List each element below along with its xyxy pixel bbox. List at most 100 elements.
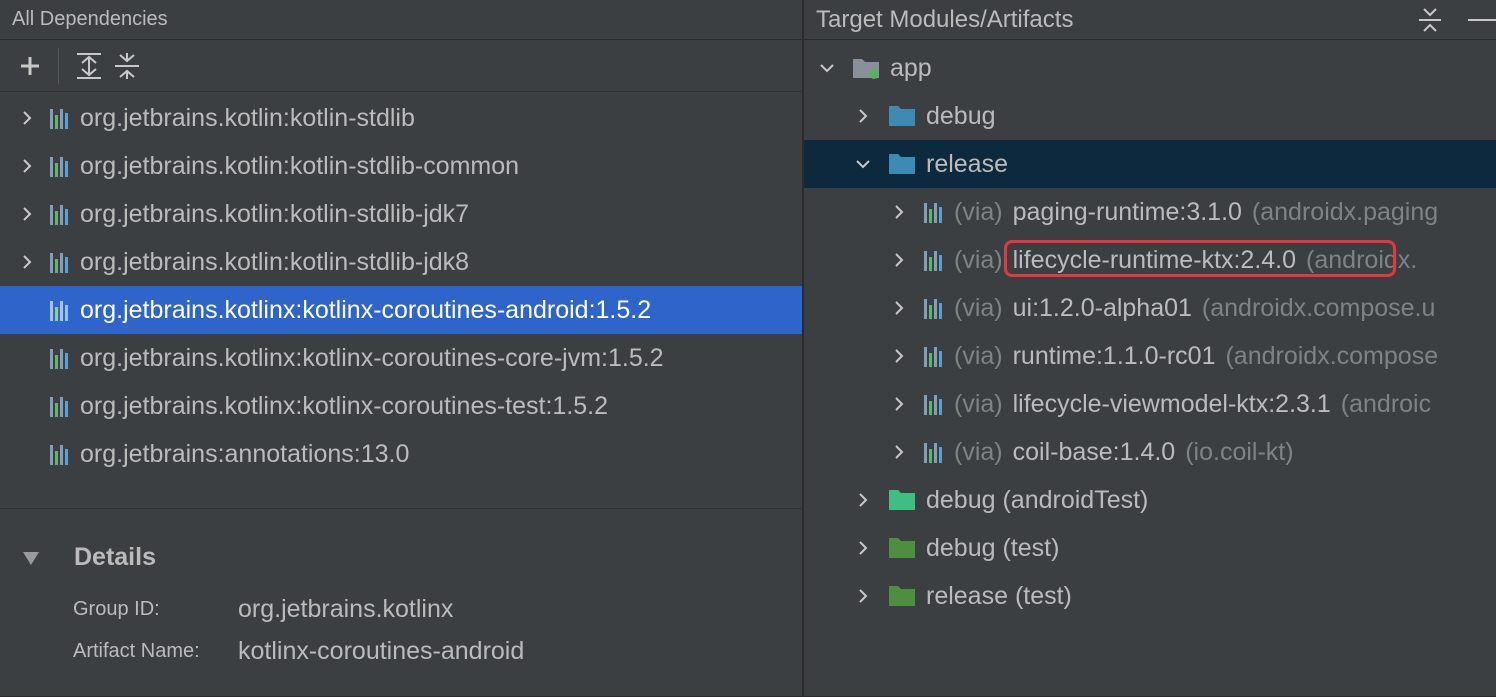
artifact-label: ui:1.2.0-alpha01 <box>1012 293 1192 322</box>
group-id-value: org.jetbrains.kotlinx <box>238 595 454 623</box>
group-id-row: Group ID: org.jetbrains.kotlinx <box>73 595 453 624</box>
tree-node-app[interactable]: app <box>804 44 1496 92</box>
collapse-all-button[interactable] <box>113 52 141 80</box>
collapse-all-icon[interactable] <box>1418 7 1442 33</box>
tree-node-dependency[interactable]: (via) ui:1.2.0-alpha01 (androidx.compose… <box>804 284 1496 332</box>
dependency-row[interactable]: org.jetbrains.kotlin:kotlin-stdlib-commo… <box>0 142 802 190</box>
library-icon <box>50 443 70 465</box>
library-icon <box>924 249 944 271</box>
via-label: (via) <box>954 437 1003 466</box>
via-label: (via) <box>954 245 1003 274</box>
dependency-label: org.jetbrains:annotations:13.0 <box>80 439 410 468</box>
group-id-label: Group ID: <box>73 598 160 620</box>
chevron-right-icon[interactable] <box>852 489 874 511</box>
triangle-down-icon <box>23 551 39 565</box>
test-folder-icon <box>889 490 915 510</box>
group-label: (io.coil-kt) <box>1185 437 1294 466</box>
highlight-annotation <box>1004 240 1396 277</box>
debug-label: debug <box>926 101 996 130</box>
target-modules-title: Target Modules/Artifacts <box>816 5 1074 33</box>
dependency-label: org.jetbrains.kotlinx:kotlinx-coroutines… <box>80 295 652 324</box>
chevron-right-icon[interactable] <box>888 441 910 463</box>
via-label: (via) <box>954 341 1003 370</box>
dependency-row-selected[interactable]: org.jetbrains.kotlinx:kotlinx-coroutines… <box>0 286 802 334</box>
chevron-right-icon[interactable] <box>888 201 910 223</box>
all-dependencies-header: All Dependencies <box>0 0 802 40</box>
group-label: (androidx.paging <box>1251 197 1439 226</box>
library-icon <box>50 107 70 129</box>
artifact-label: lifecycle-viewmodel-ktx:2.3.1 <box>1012 389 1331 418</box>
via-label: (via) <box>954 293 1003 322</box>
all-dependencies-title: All Dependencies <box>12 8 168 30</box>
folder-icon <box>889 106 915 126</box>
chevron-right-icon[interactable] <box>888 345 910 367</box>
header-actions <box>1418 0 1496 40</box>
chevron-right-icon[interactable] <box>16 155 38 177</box>
library-icon <box>50 155 70 177</box>
artifact-label: runtime:1.1.0-rc01 <box>1012 341 1216 370</box>
details-toggle[interactable]: Details <box>22 543 156 572</box>
tree-node-dependency[interactable]: (via) coil-base:1.4.0 (io.coil-kt) <box>804 428 1496 476</box>
debug-android-test-label: debug (androidTest) <box>926 485 1149 514</box>
tree-node-release-test[interactable]: release (test) <box>804 572 1496 620</box>
dependency-label: org.jetbrains.kotlin:kotlin-stdlib-jdk7 <box>80 199 470 228</box>
chevron-right-icon[interactable] <box>16 107 38 129</box>
chevron-right-icon[interactable] <box>852 537 874 559</box>
app-label: app <box>890 53 932 82</box>
artifact-name-label: Artifact Name: <box>73 640 200 662</box>
group-label: (androidx.compose.u <box>1201 293 1436 322</box>
details-title: Details <box>74 543 156 571</box>
group-label: (androic <box>1340 389 1432 418</box>
tree-node-dependency[interactable]: (via) lifecycle-viewmodel-ktx:2.3.1 (and… <box>804 380 1496 428</box>
chevron-right-icon[interactable] <box>16 251 38 273</box>
library-icon <box>50 299 70 321</box>
module-folder-icon <box>852 54 888 82</box>
chevron-down-icon[interactable] <box>852 153 874 175</box>
library-icon <box>924 345 944 367</box>
dependency-row[interactable]: org.jetbrains.kotlin:kotlin-stdlib-jdk8 <box>0 238 802 286</box>
add-dependency-button[interactable] <box>16 52 44 80</box>
artifact-label: paging-runtime:3.1.0 <box>1012 197 1242 226</box>
library-icon <box>924 393 944 415</box>
artifact-name-value: kotlinx-coroutines-android <box>238 637 525 665</box>
expand-all-button[interactable] <box>75 52 103 80</box>
chevron-right-icon[interactable] <box>16 203 38 225</box>
tree-node-debug-android-test[interactable]: debug (androidTest) <box>804 476 1496 524</box>
target-tree: app debug release (via) paging-runtime:3… <box>804 40 1496 620</box>
tree-node-debug[interactable]: debug <box>804 92 1496 140</box>
target-modules-header: Target Modules/Artifacts <box>804 0 1496 40</box>
plus-icon <box>21 56 39 75</box>
tree-node-dependency[interactable]: (via) paging-runtime:3.1.0 (androidx.pag… <box>804 188 1496 236</box>
chevron-right-icon[interactable] <box>852 585 874 607</box>
expand-all-icon <box>77 52 101 79</box>
collapse-all-icon <box>115 52 139 79</box>
library-icon <box>50 203 70 225</box>
group-label: (androidx.compose <box>1225 341 1439 370</box>
via-label: (via) <box>954 197 1003 226</box>
test-folder-icon <box>889 538 915 558</box>
chevron-right-icon[interactable] <box>888 393 910 415</box>
dependency-label: org.jetbrains.kotlin:kotlin-stdlib-commo… <box>80 151 520 180</box>
dependency-row[interactable]: org.jetbrains.kotlin:kotlin-stdlib-jdk7 <box>0 190 802 238</box>
dependency-row[interactable]: org.jetbrains.kotlinx:kotlinx-coroutines… <box>0 382 802 430</box>
dependency-label: org.jetbrains.kotlin:kotlin-stdlib-jdk8 <box>80 247 470 276</box>
release-test-label: release (test) <box>926 581 1072 610</box>
library-icon <box>50 347 70 369</box>
tree-node-debug-test[interactable]: debug (test) <box>804 524 1496 572</box>
tree-node-release[interactable]: release <box>804 140 1496 188</box>
chevron-down-icon[interactable] <box>816 57 838 79</box>
chevron-right-icon[interactable] <box>888 249 910 271</box>
minimize-icon[interactable] <box>1468 18 1496 22</box>
tree-node-dependency[interactable]: (via) runtime:1.1.0-rc01 (androidx.compo… <box>804 332 1496 380</box>
dependency-row[interactable]: org.jetbrains:annotations:13.0 <box>0 430 802 478</box>
chevron-right-icon[interactable] <box>888 297 910 319</box>
dependency-row[interactable]: org.jetbrains.kotlin:kotlin-stdlib <box>0 94 802 142</box>
library-icon <box>924 441 944 463</box>
debug-test-label: debug (test) <box>926 533 1060 562</box>
via-label: (via) <box>954 389 1003 418</box>
dependency-label: org.jetbrains.kotlinx:kotlinx-coroutines… <box>80 391 609 420</box>
library-icon <box>50 395 70 417</box>
dependency-row[interactable]: org.jetbrains.kotlinx:kotlinx-coroutines… <box>0 334 802 382</box>
all-dependencies-panel: All Dependencies org.jetbrains.kotlin:ko… <box>0 0 802 696</box>
chevron-right-icon[interactable] <box>852 105 874 127</box>
